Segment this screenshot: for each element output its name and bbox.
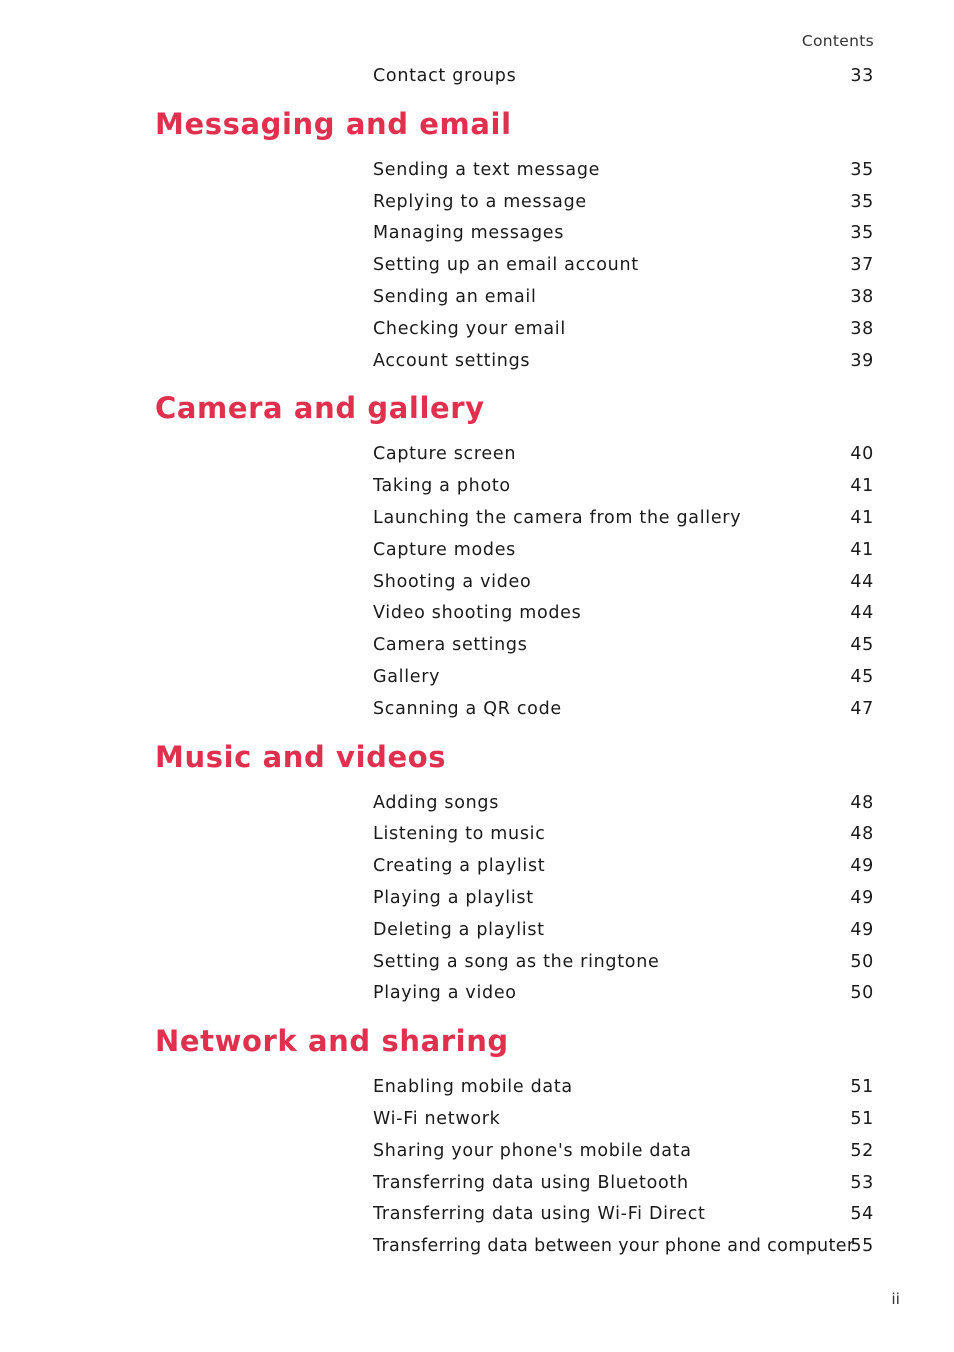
toc-entry-title: Camera settings (373, 635, 528, 656)
toc-entry-page: 35 (850, 191, 874, 212)
toc-entry-title: Account settings (373, 350, 531, 371)
toc-entry[interactable]: Setting up an email account 37 (373, 249, 874, 281)
toc-entry-page: 49 (850, 887, 874, 908)
toc-entry-title: Shooting a video (373, 571, 532, 592)
toc-entry-title: Contact groups (373, 66, 517, 86)
toc-entry-title: Listening to music (373, 824, 546, 845)
toc-entry-page: 50 (850, 951, 874, 972)
toc-entry-page: 49 (850, 856, 874, 877)
toc-entry[interactable]: Scanning a QR code 47 (373, 693, 874, 725)
toc-entry[interactable]: Gallery 45 (373, 661, 874, 693)
toc-entry-title: Capture modes (373, 539, 516, 560)
toc-sections: Messaging and email Sending a text messag… (0, 109, 954, 1262)
toc-entry[interactable]: Sharing your phone's mobile data 52 (373, 1135, 874, 1167)
toc-entry-page: 44 (850, 571, 874, 592)
toc-entry-page: 48 (850, 824, 874, 845)
toc-entry[interactable]: Capture screen 40 (373, 438, 874, 470)
running-header: Contents (801, 32, 874, 50)
toc-entry-title: Adding songs (373, 792, 500, 813)
toc-entry-page: 39 (850, 350, 874, 371)
toc-entry[interactable]: Wi-Fi network 51 (373, 1103, 874, 1135)
toc-entry-page: 33 (850, 66, 874, 86)
toc-entry[interactable]: Enabling mobile data 51 (373, 1071, 874, 1103)
page-number: ii (891, 1290, 900, 1308)
toc-entry[interactable]: Contact groups 33 (373, 60, 874, 92)
toc-entry-page: 51 (850, 1077, 874, 1098)
toc-entry-page: 49 (850, 919, 874, 940)
toc-entry-page: 53 (850, 1172, 874, 1193)
table-of-contents: Contact groups 33 Messaging and email Sen… (0, 60, 954, 1262)
toc-entry-page: 35 (850, 223, 874, 244)
toc-entry-title: Wi-Fi network (373, 1108, 501, 1129)
toc-entry[interactable]: Deleting a playlist 49 (373, 914, 874, 946)
toc-entry-title: Enabling mobile data (373, 1077, 573, 1098)
toc-entry-title: Taking a photo (373, 476, 511, 497)
toc-entry-page: 38 (850, 318, 874, 339)
toc-entry-page: 47 (850, 698, 874, 719)
toc-entry-page: 54 (850, 1204, 874, 1225)
toc-entry-title: Capture screen (373, 444, 517, 465)
toc-entry-page: 41 (850, 507, 874, 528)
section-heading[interactable]: Camera and gallery (155, 393, 954, 423)
toc-entry-page: 51 (850, 1108, 874, 1129)
toc-entry[interactable]: Launching the camera from the gallery 41 (373, 502, 874, 534)
toc-entry[interactable]: Transferring data using Bluetooth 53 (373, 1167, 874, 1199)
toc-entry[interactable]: Taking a photo 41 (373, 470, 874, 502)
toc-entry-page: 41 (850, 539, 874, 560)
toc-entry[interactable]: Playing a playlist 49 (373, 882, 874, 914)
toc-entry[interactable]: Sending an email 38 (373, 281, 874, 313)
toc-entry-title: Playing a video (373, 983, 517, 1004)
section-heading[interactable]: Music and videos (155, 742, 954, 772)
toc-entry-page: 45 (850, 666, 874, 687)
toc-entry[interactable]: Setting a song as the ringtone 50 (373, 946, 874, 978)
toc-entry-page: 55 (850, 1236, 874, 1257)
toc-entry-page: 38 (850, 286, 874, 307)
toc-entry-title: Playing a playlist (373, 887, 534, 908)
toc-entry[interactable]: Camera settings 45 (373, 629, 874, 661)
toc-entry-title: Creating a playlist (373, 856, 546, 877)
toc-entry[interactable]: Sending a text message 35 (373, 154, 874, 186)
toc-entry-title: Sending an email (373, 286, 537, 307)
toc-entry-title: Replying to a message (373, 191, 587, 212)
toc-entry-title: Checking your email (373, 318, 566, 339)
toc-entry-page: 48 (850, 792, 874, 813)
toc-entry[interactable]: Shooting a video 44 (373, 566, 874, 598)
toc-entry[interactable]: Creating a playlist 49 (373, 850, 874, 882)
toc-entry[interactable]: Managing messages 35 (373, 217, 874, 249)
toc-entry-title: Video shooting modes (373, 603, 582, 624)
toc-entry-title: Transferring data using Wi-Fi Direct (373, 1204, 706, 1225)
toc-entry-title: Sending a text message (373, 159, 601, 180)
toc-entry-title: Setting a song as the ringtone (373, 951, 660, 972)
toc-entry-page: 35 (850, 159, 874, 180)
toc-entry[interactable]: Playing a video 50 (373, 977, 874, 1009)
toc-entry-title: Deleting a playlist (373, 919, 545, 940)
toc-entry[interactable]: Checking your email 38 (373, 313, 874, 345)
toc-entry[interactable]: Video shooting modes 44 (373, 597, 874, 629)
toc-entry-page: 40 (850, 444, 874, 465)
toc-entry-title: Sharing your phone's mobile data (373, 1140, 692, 1161)
toc-entry-title: Launching the camera from the gallery (373, 507, 742, 528)
section-heading[interactable]: Network and sharing (155, 1026, 954, 1056)
toc-entry[interactable]: Replying to a message 35 (373, 186, 874, 218)
toc-entry-title: Gallery (373, 666, 441, 687)
toc-entry[interactable]: Listening to music 48 (373, 818, 874, 850)
toc-entry[interactable]: Transferring data using Wi-Fi Direct 54 (373, 1198, 874, 1230)
toc-entry-page: 44 (850, 603, 874, 624)
toc-entry[interactable]: Capture modes 41 (373, 534, 874, 566)
toc-entry-page: 50 (850, 983, 874, 1004)
toc-entry-page: 52 (850, 1140, 874, 1161)
toc-entry-title: Transferring data using Bluetooth (373, 1172, 689, 1193)
toc-entry-title: Scanning a QR code (373, 698, 562, 719)
toc-entry-page: 37 (850, 255, 874, 276)
toc-entry-title: Setting up an email account (373, 255, 639, 276)
toc-entry-title: Transferring data between your phone and… (373, 1236, 855, 1257)
toc-entry[interactable]: Adding songs 48 (373, 787, 874, 819)
toc-entry-title: Managing messages (373, 223, 565, 244)
toc-entry[interactable]: Transferring data between your phone and… (373, 1230, 874, 1262)
toc-entry-page: 41 (850, 476, 874, 497)
section-heading[interactable]: Messaging and email (155, 109, 954, 139)
toc-entry[interactable]: Account settings 39 (373, 345, 874, 377)
toc-entry-page: 45 (850, 635, 874, 656)
